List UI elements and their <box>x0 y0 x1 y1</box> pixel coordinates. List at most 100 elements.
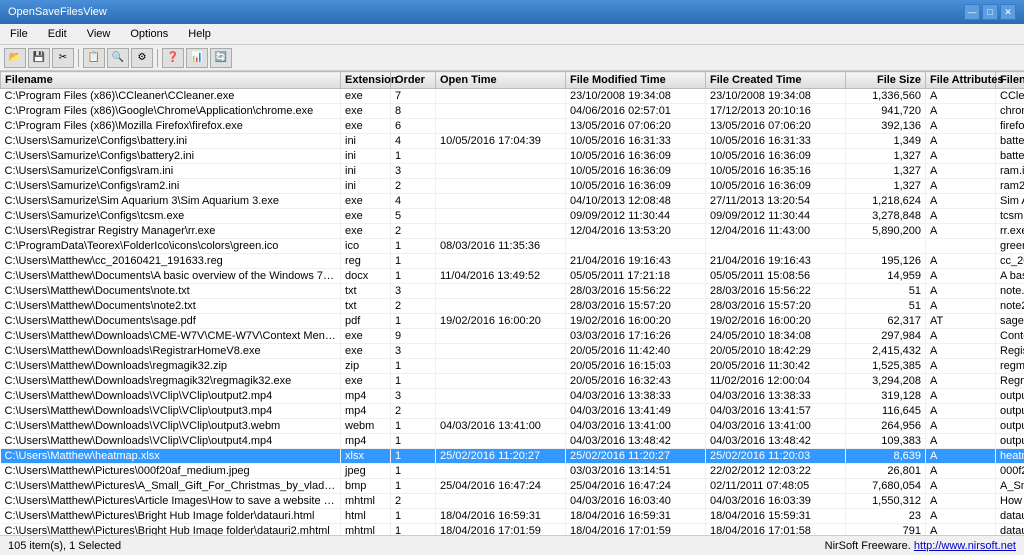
toolbar-btn-2[interactable]: ✂ <box>52 48 74 68</box>
cell-opentime <box>436 494 566 509</box>
table-row[interactable]: C:\Users\Matthew\Downloads\regmagik32\re… <box>1 374 1024 389</box>
cell-created: 10/05/2016 16:36:09 <box>706 179 846 194</box>
toolbar-btn-5[interactable]: ⚙ <box>131 48 153 68</box>
cell-modified: 18/04/2016 16:59:31 <box>566 509 706 524</box>
toolbar-btn-1[interactable]: 💾 <box>28 48 50 68</box>
cell-size: 1,349 <box>846 134 926 149</box>
col-header-created[interactable]: File Created Time <box>706 72 846 89</box>
table-row[interactable]: C:\Program Files (x86)\Mozilla Firefox\f… <box>1 119 1024 134</box>
table-row[interactable]: C:\Users\Matthew\Documents\sage.pdfpdf11… <box>1 314 1024 329</box>
col-header-size[interactable]: File Size <box>846 72 926 89</box>
cell-opentime: 10/05/2016 17:04:39 <box>436 134 566 149</box>
cell-ext: txt <box>341 299 391 314</box>
cell-modified: 04/03/2016 13:41:00 <box>566 419 706 434</box>
minimize-button[interactable]: — <box>964 4 980 20</box>
col-header-attributes[interactable]: File Attributes <box>926 72 996 89</box>
cell-ext: exe <box>341 374 391 389</box>
col-header-extension[interactable]: Extension <box>341 72 391 89</box>
col-header-filename[interactable]: Filename <box>1 72 341 89</box>
table-row[interactable]: C:\Users\Registrar Registry Manager\rr.e… <box>1 224 1024 239</box>
cell-opentime: 11/04/2016 13:49:52 <box>436 269 566 284</box>
cell-filename: C:\Users\Matthew\Documents\note.txt <box>1 284 341 299</box>
cell-ext: bmp <box>341 479 391 494</box>
cell-opentime: 04/03/2016 13:41:00 <box>436 419 566 434</box>
cell-filename: C:\Users\Matthew\Pictures\Bright Hub Ima… <box>1 524 341 536</box>
toolbar-btn-3[interactable]: 📋 <box>83 48 105 68</box>
cell-size: 116,645 <box>846 404 926 419</box>
cell-attr: A <box>926 389 996 404</box>
cell-modified: 19/02/2016 16:00:20 <box>566 314 706 329</box>
toolbar-btn-7[interactable]: 📊 <box>186 48 208 68</box>
cell-size: 319,128 <box>846 389 926 404</box>
col-header-order[interactable]: Order <box>391 72 436 89</box>
cell-modified: 10/05/2016 16:36:09 <box>566 149 706 164</box>
table-row[interactable]: C:\Users\Matthew\Downloads\regmagik32.zi… <box>1 359 1024 374</box>
table-row[interactable]: C:\Users\Samurize\Configs\tcsm.exeexe509… <box>1 209 1024 224</box>
cell-fname: A basic o <box>996 269 1024 284</box>
status-count: 105 item(s), 1 Selected <box>8 540 121 552</box>
table-row[interactable]: C:\Users\Matthew\heatmap.xlsxxlsx125/02/… <box>1 449 1024 464</box>
cell-fname: sage.pdf <box>996 314 1024 329</box>
table-row[interactable]: C:\Users\Matthew\Downloads\VClip\VClip\o… <box>1 419 1024 434</box>
col-header-filename2[interactable]: Filename ^ <box>996 72 1024 89</box>
cell-order: 1 <box>391 464 436 479</box>
cell-opentime <box>436 179 566 194</box>
table-row[interactable]: C:\Users\Matthew\Pictures\Bright Hub Ima… <box>1 524 1024 536</box>
cell-attr: A <box>926 434 996 449</box>
table-row[interactable]: C:\Users\Matthew\Downloads\VClip\VClip\o… <box>1 434 1024 449</box>
table-row[interactable]: C:\Users\Matthew\Downloads\CME-W7V\CME-W… <box>1 329 1024 344</box>
toolbar-btn-8[interactable]: 🔄 <box>210 48 232 68</box>
table-row[interactable]: C:\Users\Samurize\Configs\battery2.iniin… <box>1 149 1024 164</box>
menu-item-view[interactable]: View <box>81 26 117 42</box>
cell-opentime: 25/02/2016 11:20:27 <box>436 449 566 464</box>
table-row[interactable]: C:\Users\Matthew\Downloads\RegistrarHome… <box>1 344 1024 359</box>
table-row[interactable]: C:\Users\Matthew\Pictures\000f20af_mediu… <box>1 464 1024 479</box>
cell-size: 14,959 <box>846 269 926 284</box>
cell-filename: C:\Users\Matthew\Downloads\VClip\VClip\o… <box>1 434 341 449</box>
cell-fname: green.ico <box>996 239 1024 254</box>
col-header-open-time[interactable]: Open Time <box>436 72 566 89</box>
cell-attr: A <box>926 464 996 479</box>
cell-opentime <box>436 194 566 209</box>
cell-filename: C:\Users\Matthew\Downloads\VClip\VClip\o… <box>1 389 341 404</box>
maximize-button[interactable]: □ <box>982 4 998 20</box>
table-row[interactable]: C:\Users\Samurize\Sim Aquarium 3\Sim Aqu… <box>1 194 1024 209</box>
cell-attr: A <box>926 149 996 164</box>
table-row[interactable]: C:\Users\Samurize\Configs\ram2.iniini210… <box>1 179 1024 194</box>
main-content: Filename Extension Order Open Time File … <box>0 71 1024 535</box>
table-row[interactable]: C:\Users\Matthew\Pictures\Article Images… <box>1 494 1024 509</box>
table-row[interactable]: C:\Users\Matthew\cc_20160421_191633.regr… <box>1 254 1024 269</box>
cell-order: 7 <box>391 89 436 104</box>
table-row[interactable]: C:\Users\Matthew\Documents\note.txttxt32… <box>1 284 1024 299</box>
cell-modified: 04/03/2016 13:38:33 <box>566 389 706 404</box>
toolbar-btn-6[interactable]: ❓ <box>162 48 184 68</box>
table-row[interactable]: C:\ProgramData\Teorex\FolderIco\icons\co… <box>1 239 1024 254</box>
cell-created: 24/05/2010 18:34:08 <box>706 329 846 344</box>
table-row[interactable]: C:\Users\Matthew\Documents\note2.txttxt2… <box>1 299 1024 314</box>
cell-order: 3 <box>391 344 436 359</box>
cell-fname: output3. <box>996 419 1024 434</box>
close-button[interactable]: ✕ <box>1000 4 1016 20</box>
table-row[interactable]: C:\Users\Matthew\Downloads\VClip\VClip\o… <box>1 389 1024 404</box>
table-row[interactable]: C:\Users\Samurize\Configs\battery.iniini… <box>1 134 1024 149</box>
menu-item-options[interactable]: Options <box>124 26 174 42</box>
menu-item-file[interactable]: File <box>4 26 34 42</box>
cell-modified: 13/05/2016 07:06:20 <box>566 119 706 134</box>
nirsoft-link[interactable]: http://www.nirsoft.net <box>914 540 1016 552</box>
menu-item-edit[interactable]: Edit <box>42 26 73 42</box>
table-row[interactable]: C:\Program Files (x86)\CCleaner\CCleaner… <box>1 89 1024 104</box>
cell-modified: 18/04/2016 17:01:59 <box>566 524 706 536</box>
menu-item-help[interactable]: Help <box>182 26 217 42</box>
file-list-container[interactable]: Filename Extension Order Open Time File … <box>0 71 1024 535</box>
toolbar-btn-4[interactable]: 🔍 <box>107 48 129 68</box>
cell-created: 19/02/2016 16:00:20 <box>706 314 846 329</box>
table-row[interactable]: C:\Users\Matthew\Documents\A basic overv… <box>1 269 1024 284</box>
table-row[interactable]: C:\Program Files (x86)\Google\Chrome\App… <box>1 104 1024 119</box>
table-row[interactable]: C:\Users\Matthew\Pictures\Bright Hub Ima… <box>1 509 1024 524</box>
table-row[interactable]: C:\Users\Matthew\Downloads\VClip\VClip\o… <box>1 404 1024 419</box>
col-header-modified[interactable]: File Modified Time <box>566 72 706 89</box>
table-row[interactable]: C:\Users\Samurize\Configs\ram.iniini310/… <box>1 164 1024 179</box>
table-row[interactable]: C:\Users\Matthew\Pictures\A_Small_Gift_F… <box>1 479 1024 494</box>
toolbar-btn-0[interactable]: 📂 <box>4 48 26 68</box>
cell-created: 22/02/2012 12:03:22 <box>706 464 846 479</box>
